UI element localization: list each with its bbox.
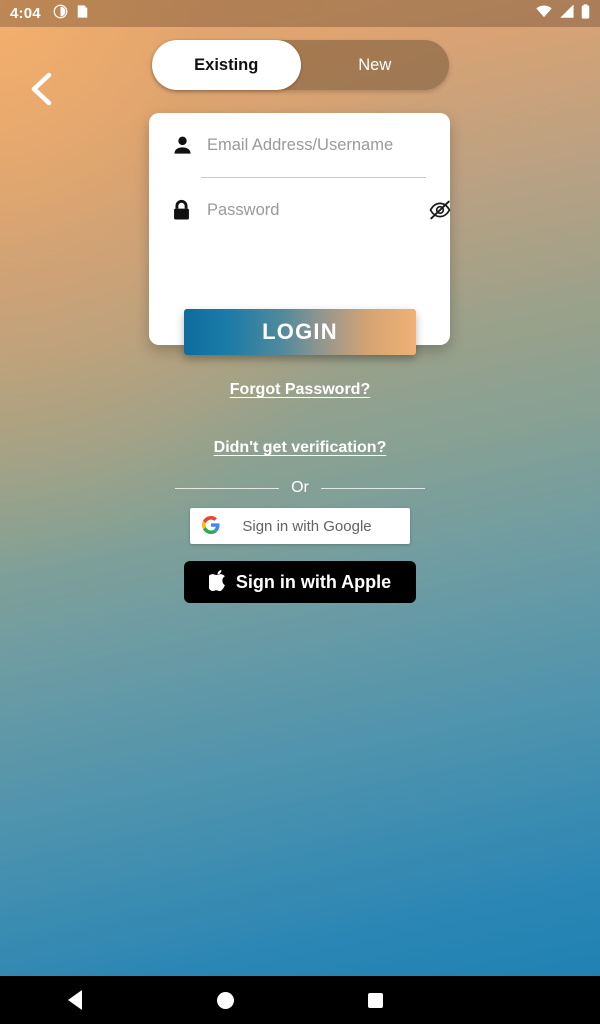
sign-in-with-apple-button[interactable]: Sign in with Apple [184,561,416,603]
status-bar: 4:04 [0,0,600,27]
tab-existing-label: Existing [194,55,259,74]
password-input[interactable] [201,200,427,220]
tab-new-label: New [358,55,392,74]
tab-existing[interactable]: Existing [152,40,301,90]
recents-square-icon [367,992,383,1008]
sign-in-with-apple-label: Sign in with Apple [235,571,392,592]
sign-in-with-google-button[interactable]: Sign in with Google [190,508,410,544]
home-circle-icon [216,991,234,1009]
do-not-disturb-icon [53,4,68,24]
sign-in-with-google-label: Sign in with Google [242,517,372,535]
nav-back-button[interactable] [0,990,150,1010]
or-divider-line-left [175,487,280,489]
username-input[interactable] [201,135,428,155]
account-mode-toggle: Existing New [152,40,449,90]
status-bar-clock: 4:04 [10,5,41,22]
cellular-signal-icon [559,3,574,23]
forgot-password-link[interactable]: Forgot Password? [0,381,600,399]
username-field-row [171,113,428,177]
back-triangle-icon [68,990,82,1010]
status-bar-left-icons [53,4,89,24]
apple-logo-icon [206,570,227,594]
tab-new[interactable]: New [301,40,450,90]
or-divider: Or [175,477,425,499]
chevron-left-icon [31,72,52,106]
person-icon [171,134,201,157]
didnt-get-verification-label: Didn't get verification? [213,439,387,456]
status-bar-right-icons [536,3,590,24]
battery-icon [581,3,590,24]
lock-icon [171,199,201,222]
android-navigation-bar [0,976,600,1024]
clipboard-icon [76,4,89,24]
password-field-row [171,178,451,242]
or-divider-label: Or [291,479,309,496]
nav-home-button[interactable] [150,991,300,1009]
nav-recents-button[interactable] [300,992,450,1008]
didnt-get-verification-link[interactable]: Didn't get verification? [0,439,600,457]
back-button[interactable] [22,68,60,110]
login-screen: 4:04 Existing New Email Address/Username… [0,0,600,1024]
eye-off-icon[interactable] [427,197,453,223]
login-button[interactable]: LOGIN [184,309,416,355]
forgot-password-label: Forgot Password? [229,381,371,398]
wifi-icon [536,4,552,23]
or-divider-line-right [320,487,425,489]
google-g-icon [202,515,220,537]
